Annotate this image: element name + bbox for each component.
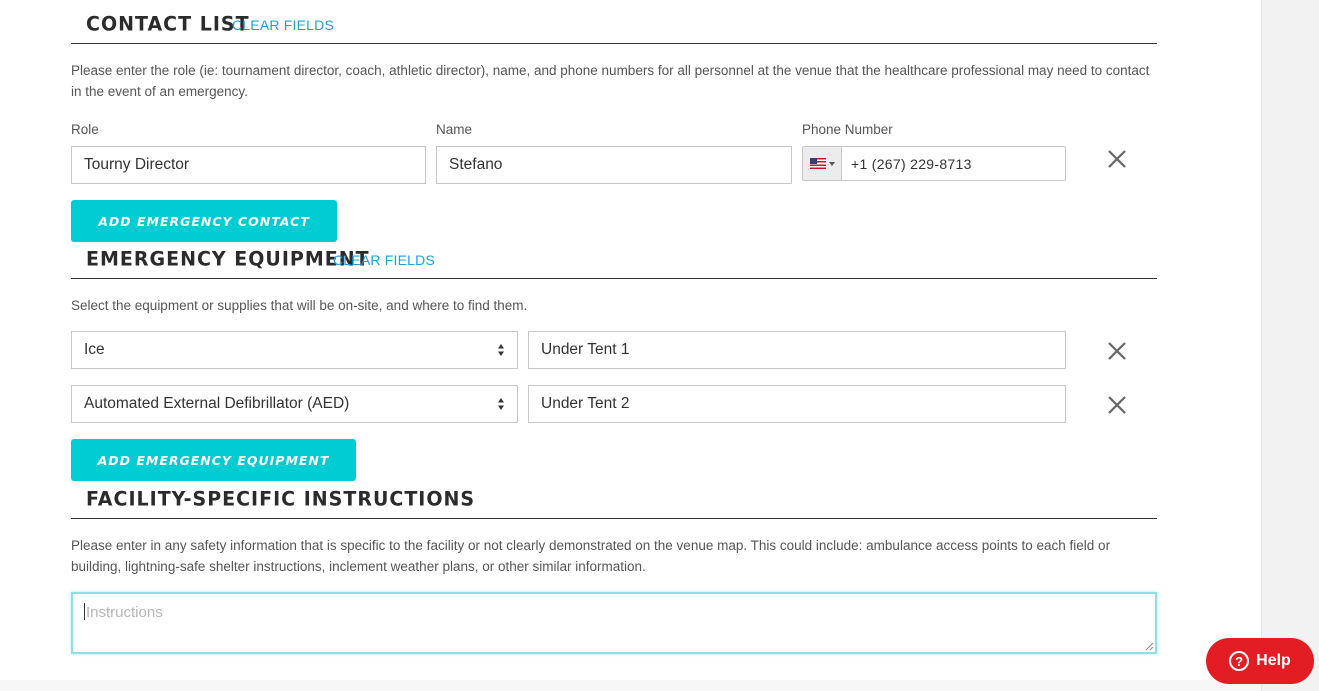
phone-value: +1 (267) 229-8713 xyxy=(851,155,972,172)
equipment-location-input-2[interactable]: Under Tent 2 xyxy=(528,385,1066,423)
phone-label: Phone Number xyxy=(802,122,893,137)
name-value: Stefano xyxy=(449,156,503,173)
right-gutter xyxy=(1261,0,1319,691)
equipment-select-2[interactable]: Automated External Defibrillator (AED) xyxy=(71,385,518,423)
equipment-value-2: Automated External Defibrillator (AED) xyxy=(84,395,350,412)
instructions-textarea[interactable]: Instructions xyxy=(71,592,1157,654)
help-label: Help xyxy=(1256,652,1291,669)
select-arrows-icon xyxy=(498,344,504,356)
facility-instructions-title: FACILITY-SPECIFIC INSTRUCTIONS xyxy=(86,487,476,511)
question-icon: ? xyxy=(1229,651,1250,671)
contact-list-header: CONTACT LIST CLEAR FIELDS xyxy=(71,0,1157,44)
instructions-placeholder: Instructions xyxy=(86,604,163,621)
role-label: Role xyxy=(71,122,99,137)
remove-equipment-icon[interactable] xyxy=(1106,394,1128,416)
equipment-location-input-1[interactable]: Under Tent 1 xyxy=(528,331,1066,369)
text-cursor xyxy=(84,603,85,620)
equipment-value-1: Ice xyxy=(84,341,105,358)
caret-down-icon xyxy=(828,161,835,166)
country-select[interactable] xyxy=(803,147,842,180)
add-emergency-equipment-button[interactable]: ADD EMERGENCY EQUIPMENT xyxy=(71,439,356,481)
name-label: Name xyxy=(436,122,473,137)
contact-list-title: CONTACT LIST xyxy=(86,12,250,36)
resize-handle-icon[interactable] xyxy=(1145,642,1154,651)
us-flag-icon xyxy=(809,158,826,169)
role-input[interactable]: Tourny Director xyxy=(71,146,426,184)
equipment-title: EMERGENCY EQUIPMENT xyxy=(86,247,370,271)
equipment-header: EMERGENCY EQUIPMENT CLEAR FIELDS xyxy=(71,244,1157,279)
facility-instructions-description: Please enter in any safety information t… xyxy=(71,538,1111,574)
remove-equipment-icon[interactable] xyxy=(1106,340,1128,362)
select-arrows-icon xyxy=(498,398,504,410)
contact-list-description: Please enter the role (ie: tournament di… xyxy=(71,63,1150,99)
add-emergency-contact-button[interactable]: ADD EMERGENCY CONTACT xyxy=(71,200,337,242)
bottom-strip xyxy=(0,680,1261,691)
name-input[interactable]: Stefano xyxy=(436,146,792,184)
equipment-location-value-1: Under Tent 1 xyxy=(541,341,630,358)
equipment-location-value-2: Under Tent 2 xyxy=(541,395,630,412)
contact-clear-fields-link[interactable]: CLEAR FIELDS xyxy=(232,17,334,33)
remove-contact-icon[interactable] xyxy=(1106,148,1128,170)
phone-input[interactable]: +1 (267) 229-8713 xyxy=(802,146,1066,181)
equipment-clear-fields-link[interactable]: CLEAR FIELDS xyxy=(333,252,435,268)
equipment-description: Select the equipment or supplies that wi… xyxy=(71,298,528,313)
facility-instructions-header: FACILITY-SPECIFIC INSTRUCTIONS xyxy=(71,484,1157,519)
equipment-select-1[interactable]: Ice xyxy=(71,331,518,369)
help-button[interactable]: ? Help xyxy=(1206,638,1314,684)
role-value: Tourny Director xyxy=(84,156,190,173)
